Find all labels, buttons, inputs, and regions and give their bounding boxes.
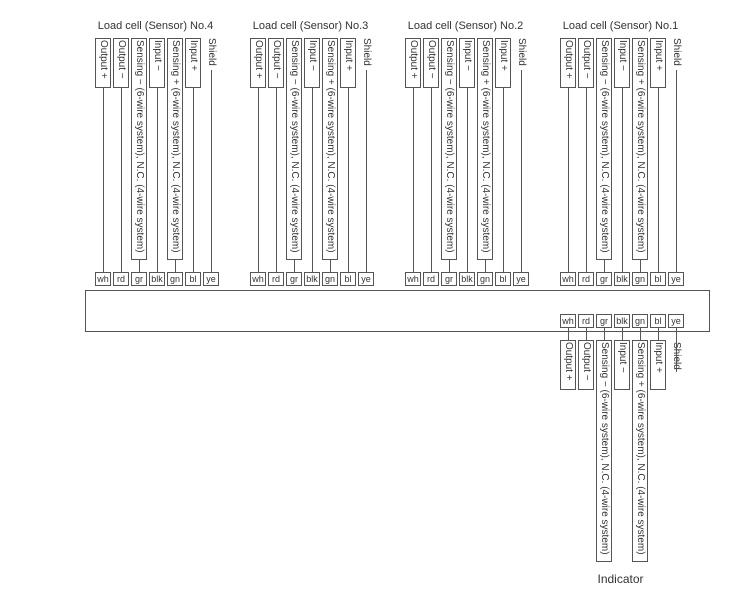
lane-output-plus: Output + wh — [95, 38, 111, 268]
sensor-block-3: Output +wh Output −rd Sensing − (6-wire … — [250, 38, 390, 288]
ind-color-output-minus: rd — [578, 314, 594, 328]
sensor-block-1: Output +wh Output −rd Sensing − (6-wire … — [560, 38, 700, 288]
wiring-diagram: Load cell (Sensor) No.4 Load cell (Senso… — [0, 0, 745, 600]
lane-output-minus: Output − rd — [113, 38, 129, 268]
ind-color-output-plus: wh — [560, 314, 576, 328]
color-sensing-minus: gr — [131, 272, 147, 286]
sensor-header-2: Load cell (Sensor) No.2 — [388, 20, 543, 32]
sensor-header-1: Load cell (Sensor) No.1 — [543, 20, 698, 32]
ind-color-sensing-plus: gn — [632, 314, 648, 328]
color-sensing-plus: gn — [167, 272, 183, 286]
color-output-plus: wh — [95, 272, 111, 286]
label-sensing-minus: Sensing − (6-wire system), N.C. (4-wire … — [132, 40, 146, 253]
lane-sensing-minus: Sensing − (6-wire system), N.C. (4-wire … — [131, 38, 147, 268]
lane-input-plus: Input + bl — [185, 38, 201, 268]
ind-color-sensing-minus: gr — [596, 314, 612, 328]
ind-color-input-minus: blk — [614, 314, 630, 328]
sensor-header-4: Load cell (Sensor) No.4 — [78, 20, 233, 32]
color-shield: ye — [203, 272, 219, 286]
color-input-minus: blk — [149, 272, 165, 286]
label-shield: Shield — [204, 38, 218, 66]
sensor-block-2: Output +wh Output −rd Sensing − (6-wire … — [405, 38, 545, 288]
label-sensing-plus: Sensing + (6-wire system), N.C. (4-wire … — [168, 40, 182, 253]
lane-input-minus: Input − blk — [149, 38, 165, 268]
label-input-minus: Input − — [150, 40, 164, 71]
lane-sensing-plus: Sensing + (6-wire system), N.C. (4-wire … — [167, 38, 183, 268]
label-input-plus: Input + — [186, 40, 200, 71]
color-input-plus: bl — [185, 272, 201, 286]
ind-color-shield: ye — [668, 314, 684, 328]
sensor-header-3: Load cell (Sensor) No.3 — [233, 20, 388, 32]
indicator-footer-label: Indicator — [543, 572, 698, 586]
color-output-minus: rd — [113, 272, 129, 286]
label-output-minus: Output − — [114, 40, 128, 79]
label-output-plus: Output + — [96, 40, 110, 79]
sensor-block-4: Output + wh Output − rd Sensing − (6-wir… — [95, 38, 235, 288]
ind-color-input-plus: bl — [650, 314, 666, 328]
indicator-block: Output + Output − Sensing − (6-wire syst… — [560, 328, 700, 568]
lane-shield: Shield ye — [203, 38, 219, 153]
